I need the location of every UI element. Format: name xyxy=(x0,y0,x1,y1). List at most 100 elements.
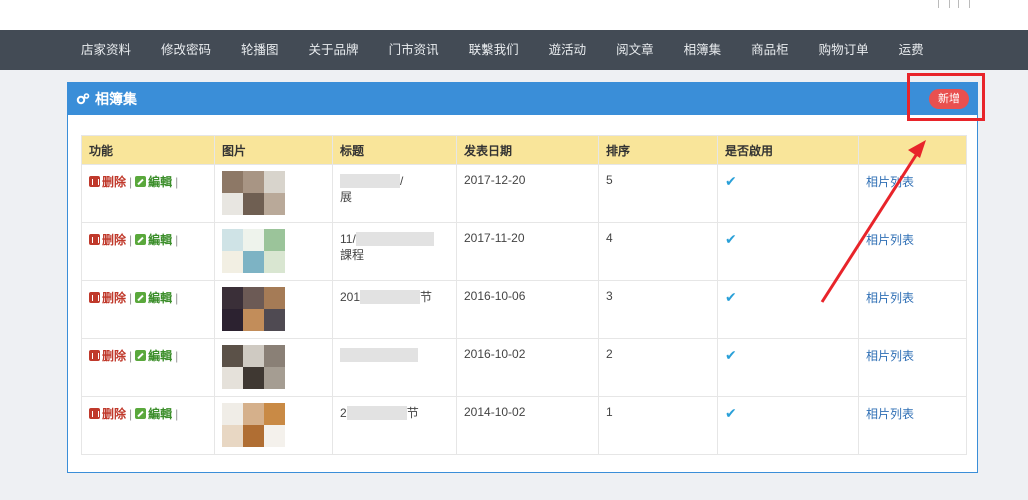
table-row: 删除 | 編輯 | / 展 2017-12-20 5 ✔ 相片列表 xyxy=(81,164,967,223)
check-icon: ✔ xyxy=(725,173,737,189)
album-thumbnail[interactable] xyxy=(222,345,285,389)
trash-icon[interactable] xyxy=(89,234,100,245)
nav-item-3[interactable]: 关于品牌 xyxy=(294,30,374,70)
title-visible-start: 201 xyxy=(340,290,361,304)
top-strip xyxy=(0,0,1028,30)
row-date: 2016-10-02 xyxy=(456,338,599,397)
nav-items: 店家资料 修改密码 轮播图 关于品牌 门市资讯 联繫我们 遊活动 阅文章 相簿集 商品柜 购物订单运… xyxy=(66,30,939,70)
album-thumbnail[interactable] xyxy=(222,171,285,215)
row-order: 2 xyxy=(598,338,718,397)
col-header-image: 图片 xyxy=(214,135,333,165)
check-icon: ✔ xyxy=(725,231,737,247)
blurred-title xyxy=(340,348,418,362)
row-title xyxy=(332,338,457,397)
col-header-order: 排序 xyxy=(598,135,718,165)
pencil-icon[interactable] xyxy=(135,408,147,419)
top-icons xyxy=(938,0,970,8)
trash-icon[interactable] xyxy=(89,292,100,303)
col-header-title: 标题 xyxy=(332,135,457,165)
row-date: 2017-11-20 xyxy=(456,222,599,281)
album-thumbnail[interactable] xyxy=(222,229,285,273)
row-image-cell xyxy=(214,164,333,223)
photo-list-link[interactable]: 相片列表 xyxy=(866,407,914,421)
col-header-date: 发表日期 xyxy=(456,135,599,165)
nav-item-1[interactable]: 修改密码 xyxy=(146,30,226,70)
panel-header: 相簿集 新增 xyxy=(68,83,977,115)
row-order: 5 xyxy=(598,164,718,223)
row-image-cell xyxy=(214,338,333,397)
photo-list-link[interactable]: 相片列表 xyxy=(866,349,914,363)
nav-item-4[interactable]: 门市资讯 xyxy=(374,30,454,70)
album-thumbnail[interactable] xyxy=(222,403,285,447)
edit-button[interactable]: 編輯 xyxy=(148,407,172,421)
gears-icon xyxy=(76,93,90,105)
blurred-title xyxy=(355,232,434,246)
blurred-title xyxy=(360,290,421,304)
nav-item-7[interactable]: 阅文章 xyxy=(601,30,669,70)
separator: | xyxy=(129,175,133,189)
row-image-cell xyxy=(214,396,333,455)
separator: | xyxy=(175,233,179,247)
title-visible-end: 节 xyxy=(420,290,433,304)
row-actions: 删除 | 編輯 | xyxy=(81,164,215,223)
delete-button[interactable]: 删除 xyxy=(102,175,126,189)
row-enabled: ✔ xyxy=(717,280,859,339)
nav-item-0[interactable]: 店家资料 xyxy=(66,30,146,70)
edit-button[interactable]: 編輯 xyxy=(148,291,172,305)
title-second-line: 課程 xyxy=(340,248,365,262)
panel-title: 相簿集 xyxy=(76,83,137,115)
row-order: 3 xyxy=(598,280,718,339)
row-actions: 删除 | 編輯 | xyxy=(81,396,215,455)
photo-list-link[interactable]: 相片列表 xyxy=(866,175,914,189)
edit-button[interactable]: 編輯 xyxy=(148,349,172,363)
row-title: 201 节 xyxy=(332,280,457,339)
delete-button[interactable]: 删除 xyxy=(102,349,126,363)
check-icon: ✔ xyxy=(725,405,737,421)
blurred-title xyxy=(346,406,407,420)
photo-list-link[interactable]: 相片列表 xyxy=(866,291,914,305)
logout-icon[interactable] xyxy=(958,0,970,8)
nav-item-8[interactable]: 相簿集 xyxy=(669,30,737,70)
check-icon: ✔ xyxy=(725,347,737,363)
nav-item-2[interactable]: 轮播图 xyxy=(226,30,294,70)
trash-icon[interactable] xyxy=(89,176,100,187)
col-header-enabled: 是否啟用 xyxy=(717,135,859,165)
row-title: 2节 xyxy=(332,396,457,455)
pencil-icon[interactable] xyxy=(135,176,147,187)
nav-item-11[interactable]: 运费 xyxy=(884,30,939,70)
main-nav: 店家资料 修改密码 轮播图 关于品牌 门市资讯 联繫我们 遊活动 阅文章 相簿集 商品柜 购物订单运… xyxy=(0,30,1028,70)
table-row: 删除 | 編輯 | 2 节 2014-10-02 1 ✔ 相片列表 xyxy=(81,396,967,455)
row-title: 11/課程 xyxy=(332,222,457,281)
nav-item-9[interactable]: 商品柜 xyxy=(736,30,804,70)
row-links: 相片列表 xyxy=(858,396,967,455)
trash-icon[interactable] xyxy=(89,350,100,361)
pencil-icon[interactable] xyxy=(135,234,147,245)
nav-item-6[interactable]: 遊活动 xyxy=(534,30,602,70)
user-icon[interactable] xyxy=(938,0,950,8)
album-panel: 相簿集 新增 功能 图片 标题 发表日期 排序 是否啟用 删除 | 編輯 | / 展 201… xyxy=(67,82,978,473)
col-header-function: 功能 xyxy=(81,135,215,165)
album-table: 功能 图片 标题 发表日期 排序 是否啟用 删除 | 編輯 | / 展 2017-12-20… xyxy=(81,135,967,455)
pencil-icon[interactable] xyxy=(135,350,147,361)
row-image-cell xyxy=(214,222,333,281)
row-actions: 删除 | 編輯 | xyxy=(81,280,215,339)
table-row: 删除 | 編輯 | 2016-10-02 2 ✔ 相片列表 xyxy=(81,338,967,397)
delete-button[interactable]: 删除 xyxy=(102,291,126,305)
row-enabled: ✔ xyxy=(717,222,859,281)
table-row: 删除 | 編輯 | 11/課程 2017-11-20 4 ✔ 相片列表 xyxy=(81,222,967,281)
photo-list-link[interactable]: 相片列表 xyxy=(866,233,914,247)
title-visible-end: / xyxy=(400,174,404,188)
album-thumbnail[interactable] xyxy=(222,287,285,331)
nav-item-10[interactable]: 购物订单 xyxy=(804,30,884,70)
table-header-row: 功能 图片 标题 发表日期 排序 是否啟用 xyxy=(81,135,967,165)
delete-button[interactable]: 删除 xyxy=(102,233,126,247)
edit-button[interactable]: 編輯 xyxy=(148,175,172,189)
row-actions: 删除 | 編輯 | xyxy=(81,338,215,397)
nav-item-5[interactable]: 联繫我们 xyxy=(454,30,534,70)
edit-button[interactable]: 編輯 xyxy=(148,233,172,247)
delete-button[interactable]: 删除 xyxy=(102,407,126,421)
title-second-line: 展 xyxy=(340,190,353,204)
pencil-icon[interactable] xyxy=(135,292,147,303)
separator: | xyxy=(175,291,179,305)
trash-icon[interactable] xyxy=(89,408,100,419)
